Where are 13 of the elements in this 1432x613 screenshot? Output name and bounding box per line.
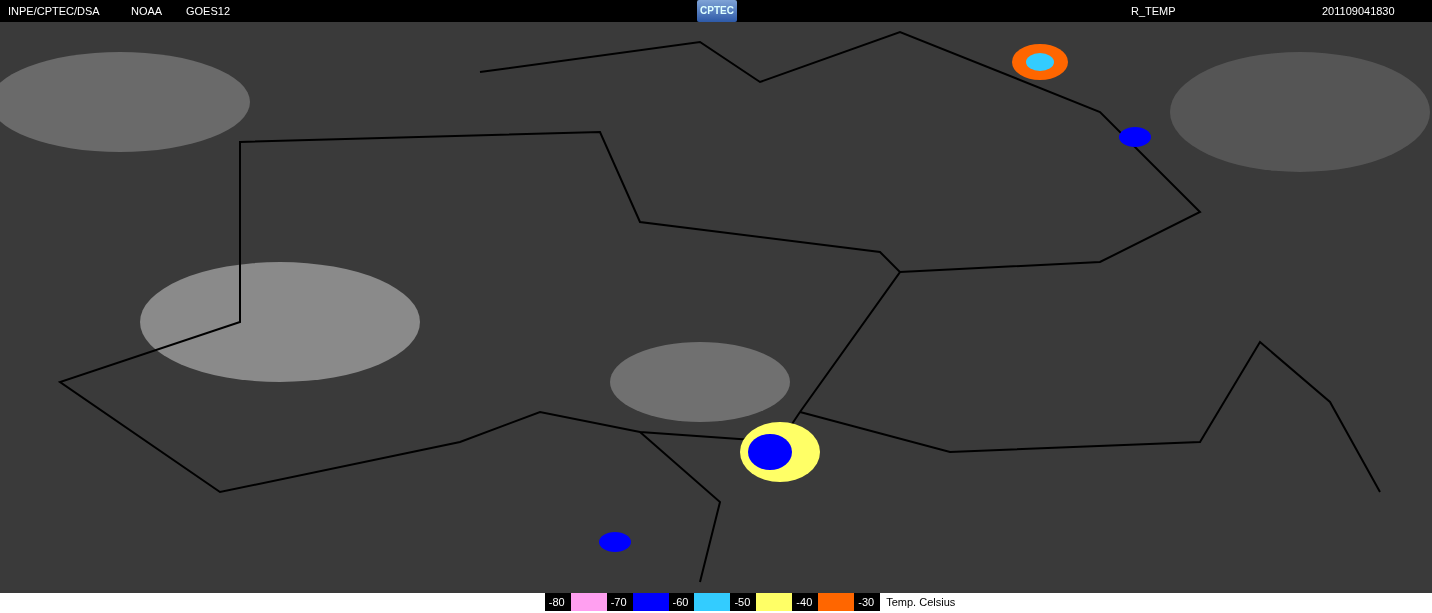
logo: CPTEC [697, 0, 737, 22]
scale-label: -60 [668, 593, 695, 611]
product-label: R_TEMP [1131, 4, 1176, 19]
scale-label: -40 [792, 593, 819, 611]
scale-label: -70 [606, 593, 633, 611]
legend-title: Temp. Celsius [885, 595, 956, 610]
scale-label: -30 [854, 593, 881, 611]
scale-label: -50 [730, 593, 757, 611]
timestamp-label: 201109041830 [1322, 4, 1395, 19]
scale-label: -80 [544, 593, 571, 611]
satellite-label: GOES12 [186, 4, 231, 19]
source-label: INPE/CPTEC/DSA [8, 4, 100, 19]
agency-label: NOAA [131, 4, 163, 19]
